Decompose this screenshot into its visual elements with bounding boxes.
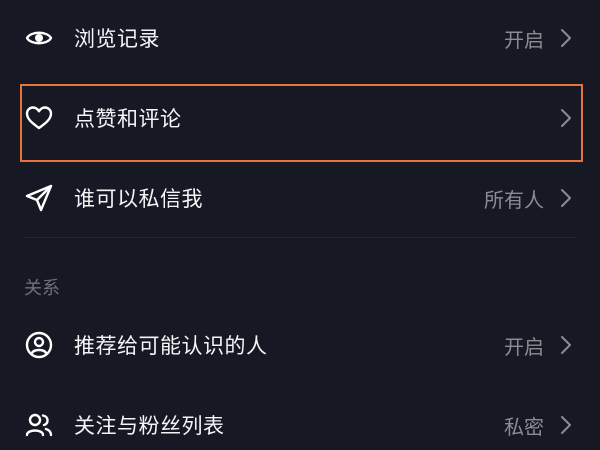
setting-value: 私密 bbox=[504, 414, 544, 439]
user-circle-icon bbox=[24, 330, 54, 360]
send-icon bbox=[24, 183, 54, 213]
heart-icon bbox=[24, 103, 54, 133]
setting-row-browsing-history[interactable]: 浏览记录 开启 bbox=[0, 3, 600, 73]
setting-row-direct-messages[interactable]: 谁可以私信我 所有人 bbox=[0, 163, 600, 233]
chevron-right-icon bbox=[558, 107, 574, 129]
setting-label: 点赞和评论 bbox=[74, 107, 182, 131]
chevron-right-icon bbox=[558, 27, 574, 49]
privacy-settings-screen: 浏览记录 开启 点赞和评论 谁可以私信我 所有人 关系 推荐给可能认识的人 开启… bbox=[0, 0, 600, 450]
chevron-right-icon bbox=[558, 334, 574, 356]
chevron-right-icon bbox=[558, 414, 574, 436]
users-icon bbox=[24, 410, 54, 440]
setting-value: 开启 bbox=[504, 334, 544, 359]
setting-value: 所有人 bbox=[484, 187, 544, 212]
chevron-right-icon bbox=[558, 187, 574, 209]
setting-label: 推荐给可能认识的人 bbox=[74, 334, 268, 358]
setting-label: 浏览记录 bbox=[74, 27, 160, 51]
setting-row-recommend[interactable]: 推荐给可能认识的人 开启 bbox=[0, 310, 600, 380]
setting-label: 关注与粉丝列表 bbox=[74, 414, 225, 438]
setting-label: 谁可以私信我 bbox=[74, 187, 203, 211]
setting-row-likes-comments[interactable]: 点赞和评论 bbox=[0, 83, 600, 153]
section-header-relations: 关系 bbox=[24, 278, 60, 299]
setting-value: 开启 bbox=[504, 27, 544, 52]
section-divider bbox=[24, 237, 576, 238]
setting-row-follow-list[interactable]: 关注与粉丝列表 私密 bbox=[0, 390, 600, 450]
eye-icon bbox=[24, 23, 54, 53]
